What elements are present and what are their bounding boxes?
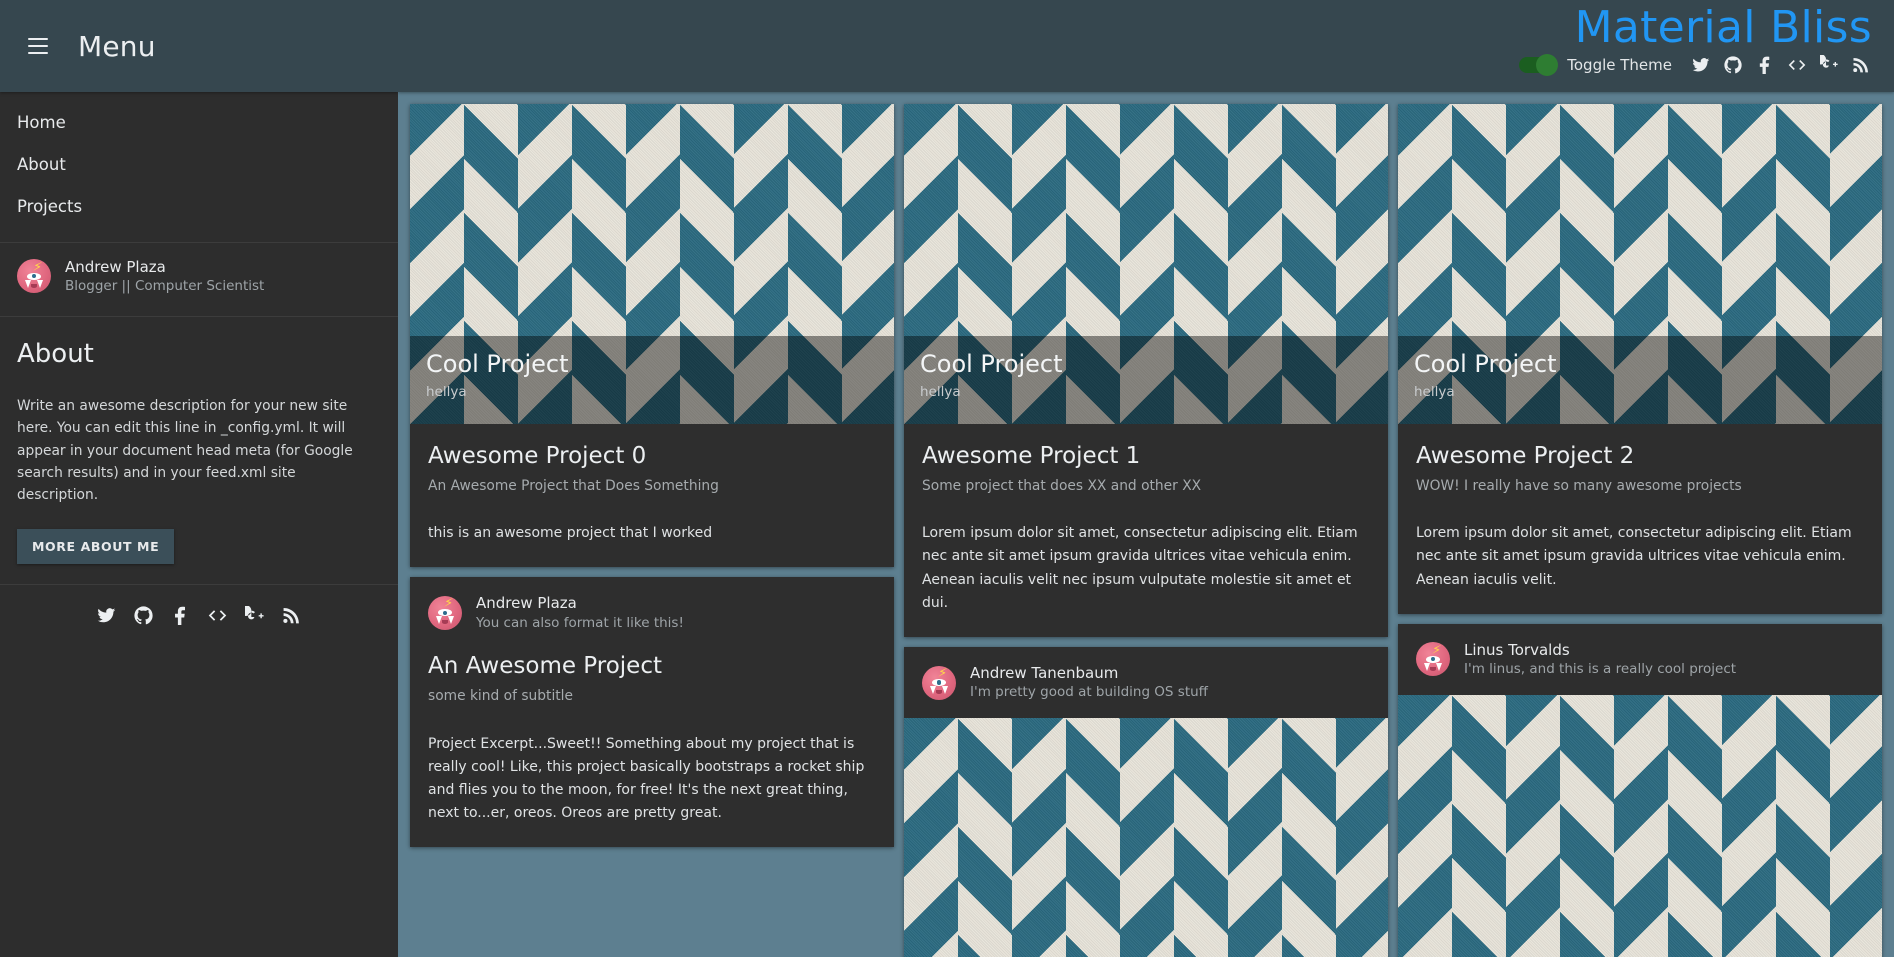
sidebar-header: Menu <box>0 0 398 92</box>
sidebar-about-text: Write an awesome description for your ne… <box>17 397 353 504</box>
monster-avatar-icon: ⚡ <box>1416 642 1450 677</box>
project-cover-image: Cool Project hellya <box>1398 104 1882 424</box>
card-excerpt: this is an awesome project that I worked <box>428 525 713 542</box>
cover-caption: Cool Project hellya <box>904 336 1388 424</box>
cards-grid: Cool Project hellya Awesome Project 0 An… <box>398 92 1894 957</box>
google-plus-icon[interactable] <box>1818 54 1840 76</box>
card-subtitle: some kind of subtitle <box>428 688 574 705</box>
twitter-icon[interactable] <box>96 605 118 627</box>
cover-caption-subtitle: hellya <box>426 383 467 400</box>
facebook-icon[interactable] <box>1754 54 1776 76</box>
cover-caption: Cool Project hellya <box>410 336 894 424</box>
project-card[interactable]: Cool Project hellya Awesome Project 1 So… <box>904 104 1388 637</box>
header-controls: Toggle Theme <box>1519 53 1872 76</box>
sidebar-social-links <box>0 585 398 627</box>
cover-caption: Cool Project hellya <box>1398 336 1882 424</box>
card-author[interactable]: ⚡ Linus Torvalds I'm linus, and this is … <box>1398 624 1882 695</box>
card-subtitle: Some project that does XX and other XX <box>922 477 1202 494</box>
monster-avatar-icon: ⚡ <box>428 595 462 630</box>
brand-wrap: Material Bliss Toggle Theme <box>1519 0 1872 76</box>
code-icon[interactable] <box>1786 54 1808 76</box>
cards-column-1: Cool Project hellya Awesome Project 0 An… <box>410 104 894 848</box>
project-card[interactable]: ⚡ Andrew Tanenbaum I'm pretty good at bu… <box>904 647 1388 957</box>
sidebar-item-projects[interactable]: Projects <box>0 186 398 228</box>
sidebar: Menu Home About Projects ⚡ Andrew Plaza … <box>0 0 398 957</box>
card-author[interactable]: ⚡ Andrew Tanenbaum I'm pretty good at bu… <box>904 647 1388 718</box>
code-icon[interactable] <box>207 605 229 627</box>
project-card[interactable]: ⚡ Linus Torvalds I'm linus, and this is … <box>1398 623 1882 957</box>
top-header: Material Bliss Toggle Theme <box>398 0 1894 92</box>
card-subtitle: An Awesome Project that Does Something <box>428 477 719 494</box>
more-about-me-button[interactable]: MORE ABOUT ME <box>17 528 175 564</box>
sidebar-nav: Home About Projects <box>0 92 398 234</box>
cards-column-3: Cool Project hellya Awesome Project 2 WO… <box>1398 104 1882 957</box>
card-excerpt: Project Excerpt...Sweet!! Something abou… <box>428 735 865 822</box>
card-author-sub: You can also format it like this! <box>476 614 684 631</box>
card-subtitle: WOW! I really have so many awesome proje… <box>1416 477 1742 494</box>
monster-avatar-icon: ⚡ <box>922 665 956 700</box>
twitter-icon[interactable] <box>1690 54 1712 76</box>
project-cover-image <box>904 718 1388 957</box>
toggle-theme-label: Toggle Theme <box>1567 55 1672 74</box>
sidebar-author[interactable]: ⚡ Andrew Plaza Blogger || Computer Scien… <box>0 243 398 308</box>
monster-avatar-icon: ⚡ <box>17 259 51 294</box>
sidebar-item-home[interactable]: Home <box>0 102 398 144</box>
cover-caption-title: Cool Project <box>1414 350 1557 378</box>
card-author-name: Andrew Tanenbaum <box>970 664 1119 682</box>
card-body: An Awesome Project some kind of subtitle… <box>410 648 894 847</box>
project-cover-image: Cool Project hellya <box>410 104 894 424</box>
card-author[interactable]: ⚡ Andrew Plaza You can also format it li… <box>410 577 894 648</box>
card-title: Awesome Project 1 <box>922 443 1141 469</box>
card-excerpt: Lorem ipsum dolor sit amet, consectetur … <box>1416 525 1852 588</box>
sidebar-about-heading: About <box>17 338 94 369</box>
sidebar-item-about[interactable]: About <box>0 144 398 186</box>
project-card[interactable]: ⚡ Andrew Plaza You can also format it li… <box>410 577 894 848</box>
hamburger-icon[interactable] <box>16 24 60 68</box>
sidebar-author-name: Andrew Plaza <box>65 257 166 276</box>
cover-caption-subtitle: hellya <box>1414 383 1455 400</box>
project-cover-image <box>1398 694 1882 957</box>
card-author-sub: I'm pretty good at building OS stuff <box>970 684 1208 701</box>
card-title: Awesome Project 0 <box>428 443 647 469</box>
github-icon[interactable] <box>1722 54 1744 76</box>
theme-toggle-switch[interactable] <box>1519 53 1559 76</box>
google-plus-icon[interactable] <box>244 605 266 627</box>
main-area: Material Bliss Toggle Theme Cool Project… <box>398 0 1894 957</box>
project-card[interactable]: Cool Project hellya Awesome Project 0 An… <box>410 104 894 568</box>
card-author-sub: I'm linus, and this is a really cool pro… <box>1464 661 1737 678</box>
card-body: Awesome Project 0 An Awesome Project tha… <box>410 424 894 567</box>
page-root: Menu Home About Projects ⚡ Andrew Plaza … <box>0 0 1894 957</box>
project-card[interactable]: Cool Project hellya Awesome Project 2 WO… <box>1398 104 1882 614</box>
project-cover-image: Cool Project hellya <box>904 104 1388 424</box>
cards-column-2: Cool Project hellya Awesome Project 1 So… <box>904 104 1388 957</box>
cover-caption-title: Cool Project <box>426 350 569 378</box>
card-title: An Awesome Project <box>428 653 662 680</box>
site-title: Material Bliss <box>1574 2 1872 53</box>
github-icon[interactable] <box>133 605 155 627</box>
rss-icon[interactable] <box>1850 54 1872 76</box>
card-author-name: Andrew Plaza <box>476 594 577 613</box>
cover-caption-title: Cool Project <box>920 350 1063 378</box>
card-title: Awesome Project 2 <box>1416 443 1635 469</box>
menu-title: Menu <box>78 29 156 63</box>
card-author-name: Linus Torvalds <box>1464 640 1570 659</box>
card-body: Awesome Project 1 Some project that does… <box>904 424 1388 637</box>
cover-caption-subtitle: hellya <box>920 383 961 400</box>
facebook-icon[interactable] <box>170 605 192 627</box>
sidebar-author-tagline: Blogger || Computer Scientist <box>65 278 265 295</box>
rss-icon[interactable] <box>281 605 303 627</box>
card-excerpt: Lorem ipsum dolor sit amet, consectetur … <box>922 525 1358 611</box>
card-body: Awesome Project 2 WOW! I really have so … <box>1398 424 1882 614</box>
